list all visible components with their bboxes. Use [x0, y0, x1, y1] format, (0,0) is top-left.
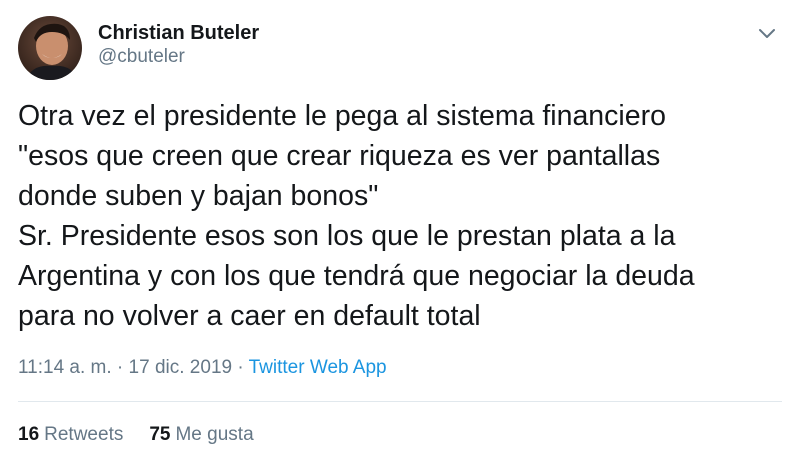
author-display-name[interactable]: Christian Buteler: [98, 21, 259, 45]
divider: [18, 401, 782, 402]
likes-label: Me gusta: [175, 424, 254, 445]
tweet-text: Otra vez el presidente le pega al sistem…: [18, 100, 695, 332]
user-avatar-icon: [18, 16, 82, 80]
meta-separator: ·: [111, 357, 129, 378]
avatar[interactable]: [18, 16, 82, 80]
retweets-stat[interactable]: 16 Retweets: [18, 423, 123, 447]
likes-stat[interactable]: 75 Me gusta: [149, 423, 253, 447]
meta-separator: ·: [232, 357, 249, 378]
author-names: Christian Buteler @cbuteler: [98, 21, 259, 69]
retweets-label: Retweets: [44, 424, 124, 445]
tweet-time[interactable]: 11:14 a. m.: [18, 357, 112, 378]
chevron-down-icon[interactable]: [756, 22, 778, 44]
author-handle[interactable]: @cbuteler: [98, 45, 259, 69]
likes-count: 75: [149, 424, 171, 445]
tweet-date[interactable]: 17 dic. 2019: [129, 357, 233, 378]
retweets-count: 16: [18, 424, 40, 445]
tweet-source-link[interactable]: Twitter Web App: [249, 357, 387, 378]
tweet-header: Christian Buteler @cbuteler: [18, 16, 259, 80]
tweet-meta: 11:14 a. m. · 17 dic. 2019 · Twitter Web…: [18, 356, 387, 380]
tweet-stats: 16 Retweets 75 Me gusta: [18, 423, 254, 447]
tweet-card: Christian Buteler @cbuteler Otra vez el …: [0, 0, 800, 464]
